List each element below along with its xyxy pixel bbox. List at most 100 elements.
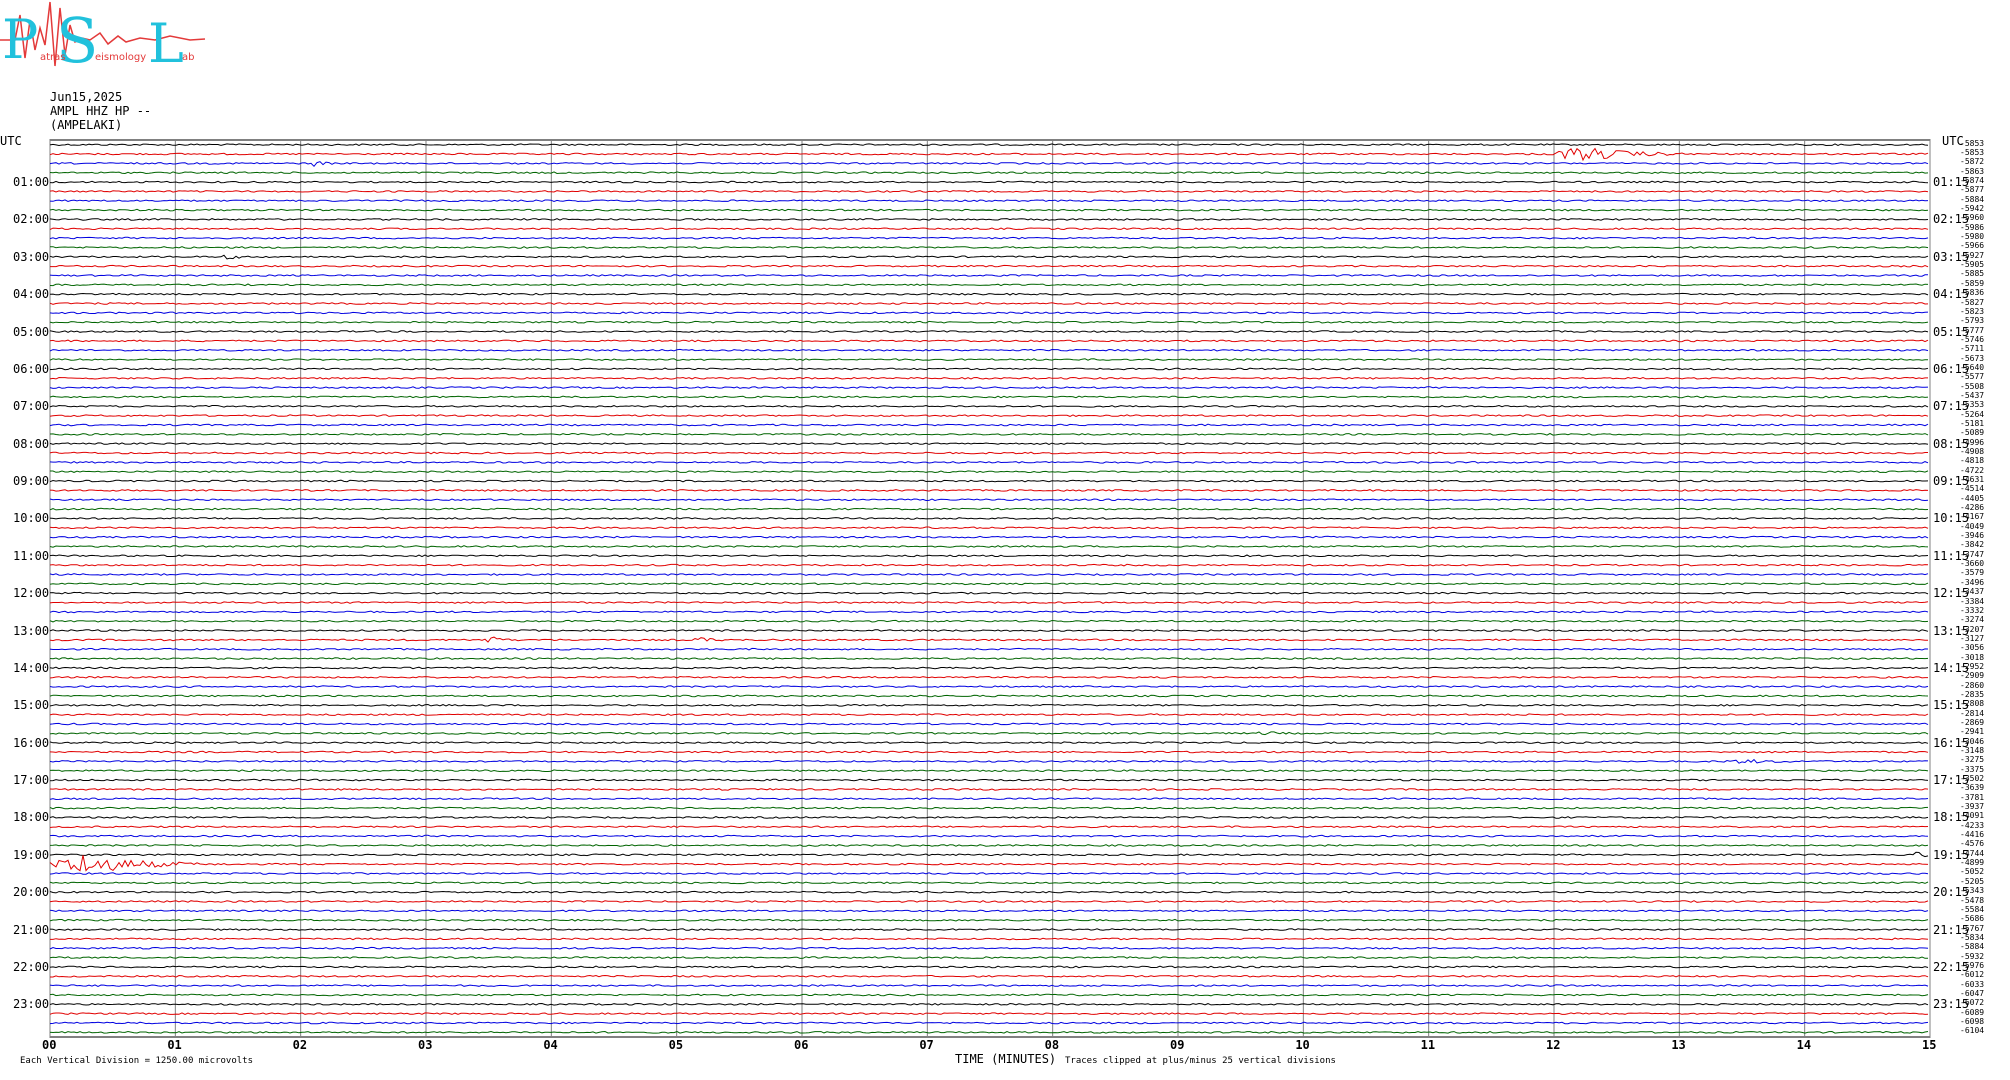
trace-offset-value: -5181 <box>1960 418 1985 428</box>
hour-label-right: 17:15 <box>1933 773 1970 788</box>
x-tick-label: 04 <box>543 1038 558 1052</box>
trace-row <box>49 358 1929 361</box>
hour-label-right: 20:15 <box>1933 885 1970 900</box>
trace-offset-value: -5508 <box>1960 381 1985 391</box>
trace-offset-value: -5980 <box>1960 232 1985 242</box>
hour-label-right: 16:15 <box>1933 735 1970 750</box>
trace-row <box>49 694 1929 698</box>
hour-label-right: 14:15 <box>1933 660 1970 675</box>
trace-row <box>49 386 1929 389</box>
trace-row <box>49 554 1929 558</box>
x-tick-label: 10 <box>1295 1038 1310 1052</box>
trace-row <box>49 731 1929 736</box>
trace-offset-value: -3946 <box>1960 531 1985 541</box>
trace-row <box>49 535 1929 539</box>
x-tick-label: 07 <box>919 1038 934 1052</box>
trace-row <box>49 274 1929 277</box>
x-axis-label: TIME (MINUTES) <box>955 1052 1057 1066</box>
trace-row <box>50 937 1929 941</box>
hour-label-right: 01:15 <box>1933 175 1970 190</box>
trace-row <box>50 974 1929 978</box>
hour-label-right: 13:15 <box>1933 623 1970 638</box>
hour-label-left: 07:00 <box>13 399 50 414</box>
trace-row <box>49 1021 1929 1025</box>
trace-offset-value: -2869 <box>1960 717 1985 727</box>
trace-offset-value: -4818 <box>1960 456 1985 466</box>
hour-label-left: 18:00 <box>13 810 50 825</box>
footer-clip-note: Traces clipped at plus/minus 25 vertical… <box>1065 1056 1336 1066</box>
x-tick-label: 14 <box>1796 1038 1812 1052</box>
hour-label-left: 23:00 <box>13 997 50 1012</box>
trace-row <box>49 147 1929 162</box>
trace-offset-value: -4416 <box>1960 830 1985 840</box>
trace-row <box>49 423 1929 427</box>
hour-label-left: 19:00 <box>13 847 50 862</box>
trace-row <box>49 928 1929 931</box>
hour-label-left: 06:00 <box>13 361 50 376</box>
trace-row <box>49 517 1929 520</box>
trace-row <box>50 246 1929 249</box>
hour-label-left: 20:00 <box>13 885 50 900</box>
trace-offset-value: -5853 <box>1960 148 1985 158</box>
trace-row <box>49 816 1929 819</box>
trace-row <box>49 218 1929 221</box>
trace-row <box>49 180 1929 184</box>
trace-row <box>49 302 1929 305</box>
trace-offset-value: -3056 <box>1960 643 1985 653</box>
trace-row <box>49 582 1929 586</box>
x-tick-label: 12 <box>1546 1038 1561 1052</box>
trace-row <box>49 601 1929 604</box>
hour-label-right: 07:15 <box>1933 399 1970 414</box>
trace-row <box>49 573 1929 576</box>
hour-label-left: 04:00 <box>13 287 50 302</box>
trace-row <box>49 320 1929 324</box>
trace-row <box>49 292 1929 296</box>
x-tick-label: 00 <box>42 1038 57 1052</box>
trace-row <box>49 227 1929 231</box>
trace-row <box>49 283 1929 287</box>
trace-row <box>49 348 1929 352</box>
trace-row <box>49 741 1929 745</box>
trace-row <box>49 825 1929 829</box>
x-tick-label: 11 <box>1420 1038 1436 1052</box>
x-tick-label: 02 <box>292 1038 308 1052</box>
hour-label-right: 09:15 <box>1933 474 1970 489</box>
trace-offset-value: -5711 <box>1960 344 1985 354</box>
x-tick-label: 06 <box>794 1038 809 1052</box>
trace-row <box>49 1012 1929 1015</box>
trace-offset-value: -5885 <box>1960 269 1985 279</box>
trace-offset-value: -5823 <box>1960 306 1985 316</box>
trace-row <box>49 199 1929 203</box>
trace-offset-value: -6033 <box>1960 979 1985 989</box>
trace-row <box>49 619 1929 623</box>
trace-row <box>49 208 1929 212</box>
trace-offset-value: -5884 <box>1960 194 1985 204</box>
trace-row <box>49 713 1929 716</box>
hour-label-right: 12:15 <box>1933 586 1970 601</box>
hour-label-left: 13:00 <box>13 623 50 638</box>
hour-label-right: 08:15 <box>1933 436 1970 451</box>
x-tick-label: 05 <box>668 1038 684 1052</box>
trace-row <box>49 890 1929 894</box>
trace-row <box>49 404 1929 408</box>
x-tick-label: 15 <box>1922 1038 1937 1052</box>
trace-row <box>49 545 1929 548</box>
x-tick-label: 01 <box>167 1038 182 1052</box>
trace-row <box>49 722 1929 726</box>
hour-label-left: 16:00 <box>13 735 50 750</box>
hour-label-left: 17:00 <box>13 773 50 788</box>
trace-row <box>49 881 1929 885</box>
hour-label-left: 03:00 <box>13 249 50 264</box>
trace-offset-value: -3275 <box>1960 755 1985 765</box>
trace-row <box>49 432 1929 436</box>
hour-label-right: 21:15 <box>1933 922 1970 937</box>
trace-offset-value: -3781 <box>1960 792 1985 802</box>
hour-label-right: 04:15 <box>1933 287 1970 302</box>
x-tick-label: 08 <box>1044 1038 1060 1052</box>
trace-row <box>49 900 1929 903</box>
trace-row <box>49 666 1929 670</box>
hour-label-left: 21:00 <box>13 922 50 937</box>
trace-row <box>49 993 1929 997</box>
trace-row <box>49 498 1929 502</box>
trace-row <box>49 190 1929 193</box>
